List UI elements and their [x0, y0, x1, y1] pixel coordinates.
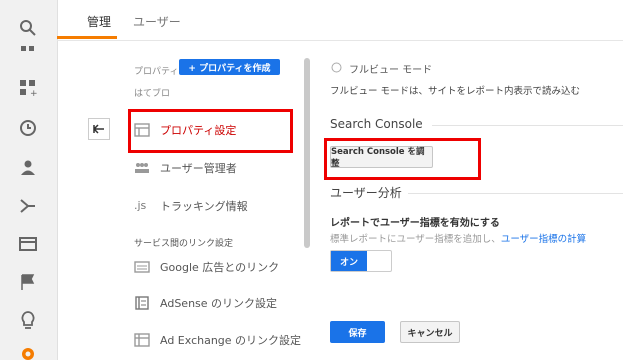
toggle-on-label: オン: [331, 251, 367, 271]
gear-icon[interactable]: [18, 344, 38, 364]
collapse-button[interactable]: [88, 118, 110, 140]
nav-item-tracking-info[interactable]: .js トラッキング情報: [134, 189, 294, 223]
nav-item-google-ads[interactable]: Google 広告とのリンク: [134, 250, 294, 284]
ad-exchange-icon: [134, 333, 150, 347]
left-nav-rail: +: [0, 0, 58, 360]
person-icon[interactable]: [18, 158, 38, 178]
nav-item-label: トラッキング情報: [160, 200, 248, 213]
lightbulb-icon[interactable]: [18, 310, 38, 330]
customization-icon[interactable]: +: [18, 78, 38, 98]
user-analysis-heading: ユーザー分析: [330, 186, 402, 200]
back-arrow-icon: [93, 124, 104, 134]
nav-item-label: Ad Exchange のリンク設定: [160, 334, 302, 347]
linking-section-label: サービス間のリンク設定: [134, 239, 234, 249]
acquisition-icon[interactable]: [18, 196, 38, 216]
section-divider: [408, 193, 623, 194]
property-label: プロパティ: [134, 67, 179, 77]
nav-item-adsense[interactable]: AdSense のリンク設定: [134, 286, 294, 320]
tab-users[interactable]: ユーザー: [133, 13, 181, 30]
nav-item-ad-exchange[interactable]: Ad Exchange のリンク設定: [134, 323, 301, 357]
section-divider: [432, 125, 623, 126]
google-ads-icon: [134, 261, 150, 273]
user-metrics-desc-text: 標準レポートにユーザー指標を追加し、: [330, 234, 501, 245]
user-metrics-title: レポートでユーザー指標を有効にする: [330, 218, 500, 229]
search-icon[interactable]: [18, 18, 38, 38]
fullview-description: フルビュー モードは、サイトをレポート内表示で読み込む: [330, 86, 581, 97]
fullview-radio[interactable]: [331, 62, 342, 73]
save-button[interactable]: 保存: [330, 321, 385, 343]
nav-item-label: AdSense のリンク設定: [160, 297, 278, 310]
active-tab-indicator: [57, 36, 117, 39]
home-icon[interactable]: [18, 44, 38, 54]
cancel-button[interactable]: キャンセル: [400, 321, 460, 343]
users-icon: [135, 163, 149, 173]
user-metrics-description: 標準レポートにユーザー指標を追加し、ユーザー指標の計算: [330, 231, 586, 245]
behavior-icon[interactable]: [18, 234, 38, 254]
svg-text:+: +: [30, 89, 38, 98]
property-name: はてブロ: [134, 89, 171, 99]
clock-icon[interactable]: [18, 118, 38, 138]
flag-icon[interactable]: [18, 272, 38, 292]
user-metrics-toggle[interactable]: オン: [330, 250, 392, 272]
column-scrollbar[interactable]: [304, 58, 310, 248]
highlight-box-search-console: [324, 138, 481, 180]
create-property-button[interactable]: + プロパティを作成: [179, 59, 280, 75]
nav-item-user-management[interactable]: ユーザー管理者: [134, 151, 294, 185]
nav-item-label: ユーザー管理者: [160, 162, 237, 175]
top-tab-bar: 管理 ユーザー: [57, 0, 623, 41]
search-console-heading: Search Console: [330, 117, 423, 131]
nav-item-label: Google 広告とのリンク: [160, 261, 280, 274]
highlight-box-property-settings: [128, 109, 293, 153]
fullview-radio-label: フルビュー モード: [349, 65, 433, 76]
tab-admin[interactable]: 管理: [87, 13, 111, 30]
adsense-icon: [135, 296, 149, 310]
js-icon: .js: [134, 199, 147, 212]
user-metrics-link[interactable]: ユーザー指標の計算: [501, 234, 586, 245]
